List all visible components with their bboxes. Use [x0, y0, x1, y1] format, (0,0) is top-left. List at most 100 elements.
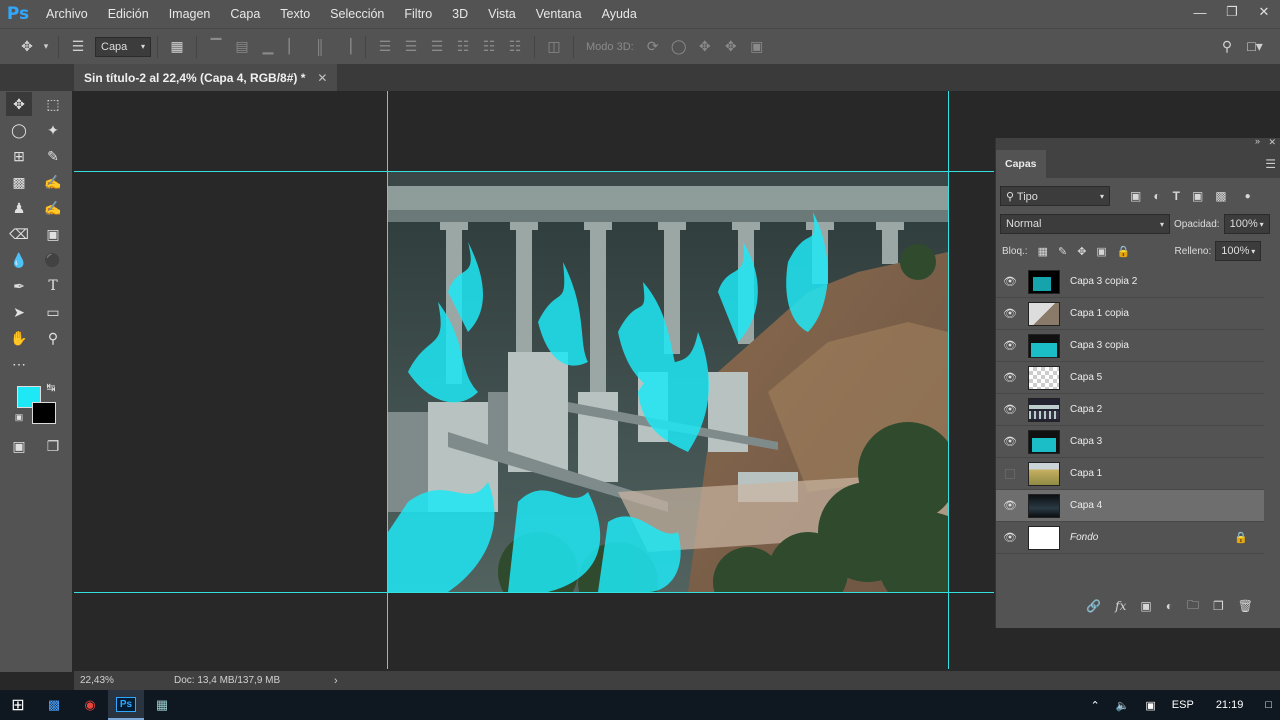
scale-3d-icon[interactable]: ▣: [744, 34, 770, 60]
layer-row[interactable]: 👁 Capa 3 copia 2: [996, 266, 1264, 298]
chevron-down-icon[interactable]: ▾: [40, 34, 52, 60]
network-icon[interactable]: ▣: [1137, 699, 1163, 712]
layer-row[interactable]: Capa 1: [996, 458, 1264, 490]
path-selection-icon[interactable]: ➤: [6, 300, 32, 324]
magic-wand-icon[interactable]: ✦: [40, 118, 66, 142]
menu-imagen[interactable]: Imagen: [159, 0, 221, 28]
guide-vertical[interactable]: [387, 91, 388, 669]
brush-tool-icon[interactable]: ✍: [40, 170, 66, 194]
canvas-area[interactable]: [74, 91, 994, 669]
app-taskbar-icon[interactable]: ▦: [144, 690, 180, 720]
fx-icon[interactable]: fx: [1115, 599, 1126, 613]
menu-edicion[interactable]: Edición: [98, 0, 159, 28]
eraser-tool-icon[interactable]: ⌫: [6, 222, 32, 246]
close-icon[interactable]: ✕: [317, 71, 327, 85]
clock[interactable]: 21:19: [1202, 699, 1258, 711]
layer-row[interactable]: 👁 Fondo 🔒: [996, 522, 1264, 554]
distribute-top-icon[interactable]: ☰: [372, 34, 398, 60]
new-group-icon[interactable]: 🗀: [1187, 596, 1199, 617]
new-layer-icon[interactable]: ❐: [1213, 599, 1224, 613]
document-canvas[interactable]: [388, 172, 948, 592]
fill-field[interactable]: 100% ▾: [1215, 241, 1262, 261]
guide-horizontal[interactable]: [74, 171, 994, 172]
distribute-hcenter-icon[interactable]: ☷: [476, 34, 502, 60]
slide-3d-icon[interactable]: ✥: [718, 34, 744, 60]
transform-controls-icon[interactable]: ▦: [164, 34, 190, 60]
eye-icon[interactable]: 👁: [996, 339, 1024, 352]
crop-tool-icon[interactable]: ⊞: [6, 144, 32, 168]
distribute-right-icon[interactable]: ☷: [502, 34, 528, 60]
rectangle-tool-icon[interactable]: ▭: [40, 300, 66, 324]
move-tool-preset-icon[interactable]: ✥: [14, 34, 40, 60]
guide-vertical[interactable]: [948, 91, 949, 669]
pan-3d-icon[interactable]: ✥: [692, 34, 718, 60]
opacity-field[interactable]: 100% ▾: [1223, 214, 1270, 234]
lock-pixels-icon[interactable]: ✎: [1058, 245, 1067, 258]
link-layers-icon[interactable]: 🔗: [1086, 599, 1101, 613]
blend-mode-dropdown[interactable]: Normal ▾: [1000, 214, 1170, 234]
move-tool-icon[interactable]: ✥: [6, 92, 32, 116]
lock-artboard-icon[interactable]: ▣: [1096, 245, 1106, 258]
desktop-icon[interactable]: ▩: [36, 690, 72, 720]
panel-menu-icon[interactable]: ☰: [1265, 157, 1276, 171]
filter-shape-icon[interactable]: ▣: [1192, 189, 1203, 203]
layer-row[interactable]: 👁 Capa 3 copia: [996, 330, 1264, 362]
blur-tool-icon[interactable]: 💧: [6, 248, 32, 272]
align-top-icon[interactable]: ▔: [203, 34, 229, 60]
dodge-tool-icon[interactable]: ⚫: [40, 248, 66, 272]
align-right-icon[interactable]: ▕: [333, 34, 359, 60]
distribute-left-icon[interactable]: ☷: [450, 34, 476, 60]
quick-mask-icon[interactable]: ▣: [6, 434, 32, 458]
align-left-icon[interactable]: ▏: [281, 34, 307, 60]
layer-row-selected[interactable]: 👁 Capa 4: [996, 490, 1264, 522]
guide-horizontal[interactable]: [74, 592, 994, 593]
distribute-bottom-icon[interactable]: ☰: [424, 34, 450, 60]
filter-type-icon[interactable]: T: [1173, 189, 1180, 203]
close-icon[interactable]: ✕: [1248, 0, 1280, 24]
tab-capas[interactable]: Capas: [996, 150, 1046, 178]
menu-texto[interactable]: Texto: [270, 0, 320, 28]
pen-tool-icon[interactable]: ✒: [6, 274, 32, 298]
gradient-tool-icon[interactable]: ▣: [40, 222, 66, 246]
menu-filtro[interactable]: Filtro: [394, 0, 442, 28]
filter-pixel-icon[interactable]: ▣: [1130, 189, 1141, 203]
close-panel-icon[interactable]: ✕: [1268, 137, 1276, 148]
default-colors-icon[interactable]: ▣: [12, 410, 26, 424]
add-mask-icon[interactable]: ▣: [1140, 599, 1151, 613]
restore-icon[interactable]: ❐: [1216, 0, 1248, 24]
distribute-vcenter-icon[interactable]: ☰: [398, 34, 424, 60]
eye-icon[interactable]: 👁: [996, 403, 1024, 416]
marquee-tool-icon[interactable]: ⬚: [40, 92, 66, 116]
layer-row[interactable]: 👁 Capa 3: [996, 426, 1264, 458]
filter-adjustment-icon[interactable]: ◐: [1153, 189, 1160, 203]
auto-select-dropdown[interactable]: Capa ▾: [95, 36, 151, 57]
menu-3d[interactable]: 3D: [442, 0, 478, 28]
windows-start-icon[interactable]: ⊞: [0, 690, 36, 720]
roll-3d-icon[interactable]: ◯: [666, 34, 692, 60]
filter-toggle-icon[interactable]: ●: [1245, 191, 1251, 202]
background-color-swatch[interactable]: [32, 402, 56, 424]
minimize-icon[interactable]: —: [1184, 0, 1216, 24]
adjustment-layer-icon[interactable]: ◐: [1166, 599, 1173, 613]
language-indicator[interactable]: ESP: [1164, 699, 1202, 711]
menu-vista[interactable]: Vista: [478, 0, 526, 28]
collapse-panel-icon[interactable]: »: [1255, 136, 1260, 146]
auto-select-icon[interactable]: ☰: [65, 34, 91, 60]
zoom-tool-icon[interactable]: ⚲: [40, 326, 66, 350]
chevron-right-icon[interactable]: ›: [334, 675, 338, 687]
lock-position-icon[interactable]: ✥: [1077, 245, 1086, 258]
eye-hidden-icon[interactable]: [996, 468, 1024, 479]
volume-icon[interactable]: 🔈: [1108, 699, 1138, 712]
eye-icon[interactable]: 👁: [996, 531, 1024, 544]
eye-icon[interactable]: 👁: [996, 499, 1024, 512]
photoshop-taskbar-icon[interactable]: Ps: [108, 690, 144, 720]
menu-capa[interactable]: Capa: [220, 0, 270, 28]
history-brush-icon[interactable]: ✍: [40, 196, 66, 220]
swap-colors-icon[interactable]: ↹: [44, 380, 58, 394]
orbit-3d-icon[interactable]: ⟳: [640, 34, 666, 60]
layer-row[interactable]: 👁 Capa 2: [996, 394, 1264, 426]
zoom-level[interactable]: 22,43%: [74, 675, 174, 686]
eye-icon[interactable]: 👁: [996, 435, 1024, 448]
show-hidden-icons[interactable]: ⌃: [1082, 699, 1107, 712]
layer-row[interactable]: 👁 Capa 1 copia: [996, 298, 1264, 330]
